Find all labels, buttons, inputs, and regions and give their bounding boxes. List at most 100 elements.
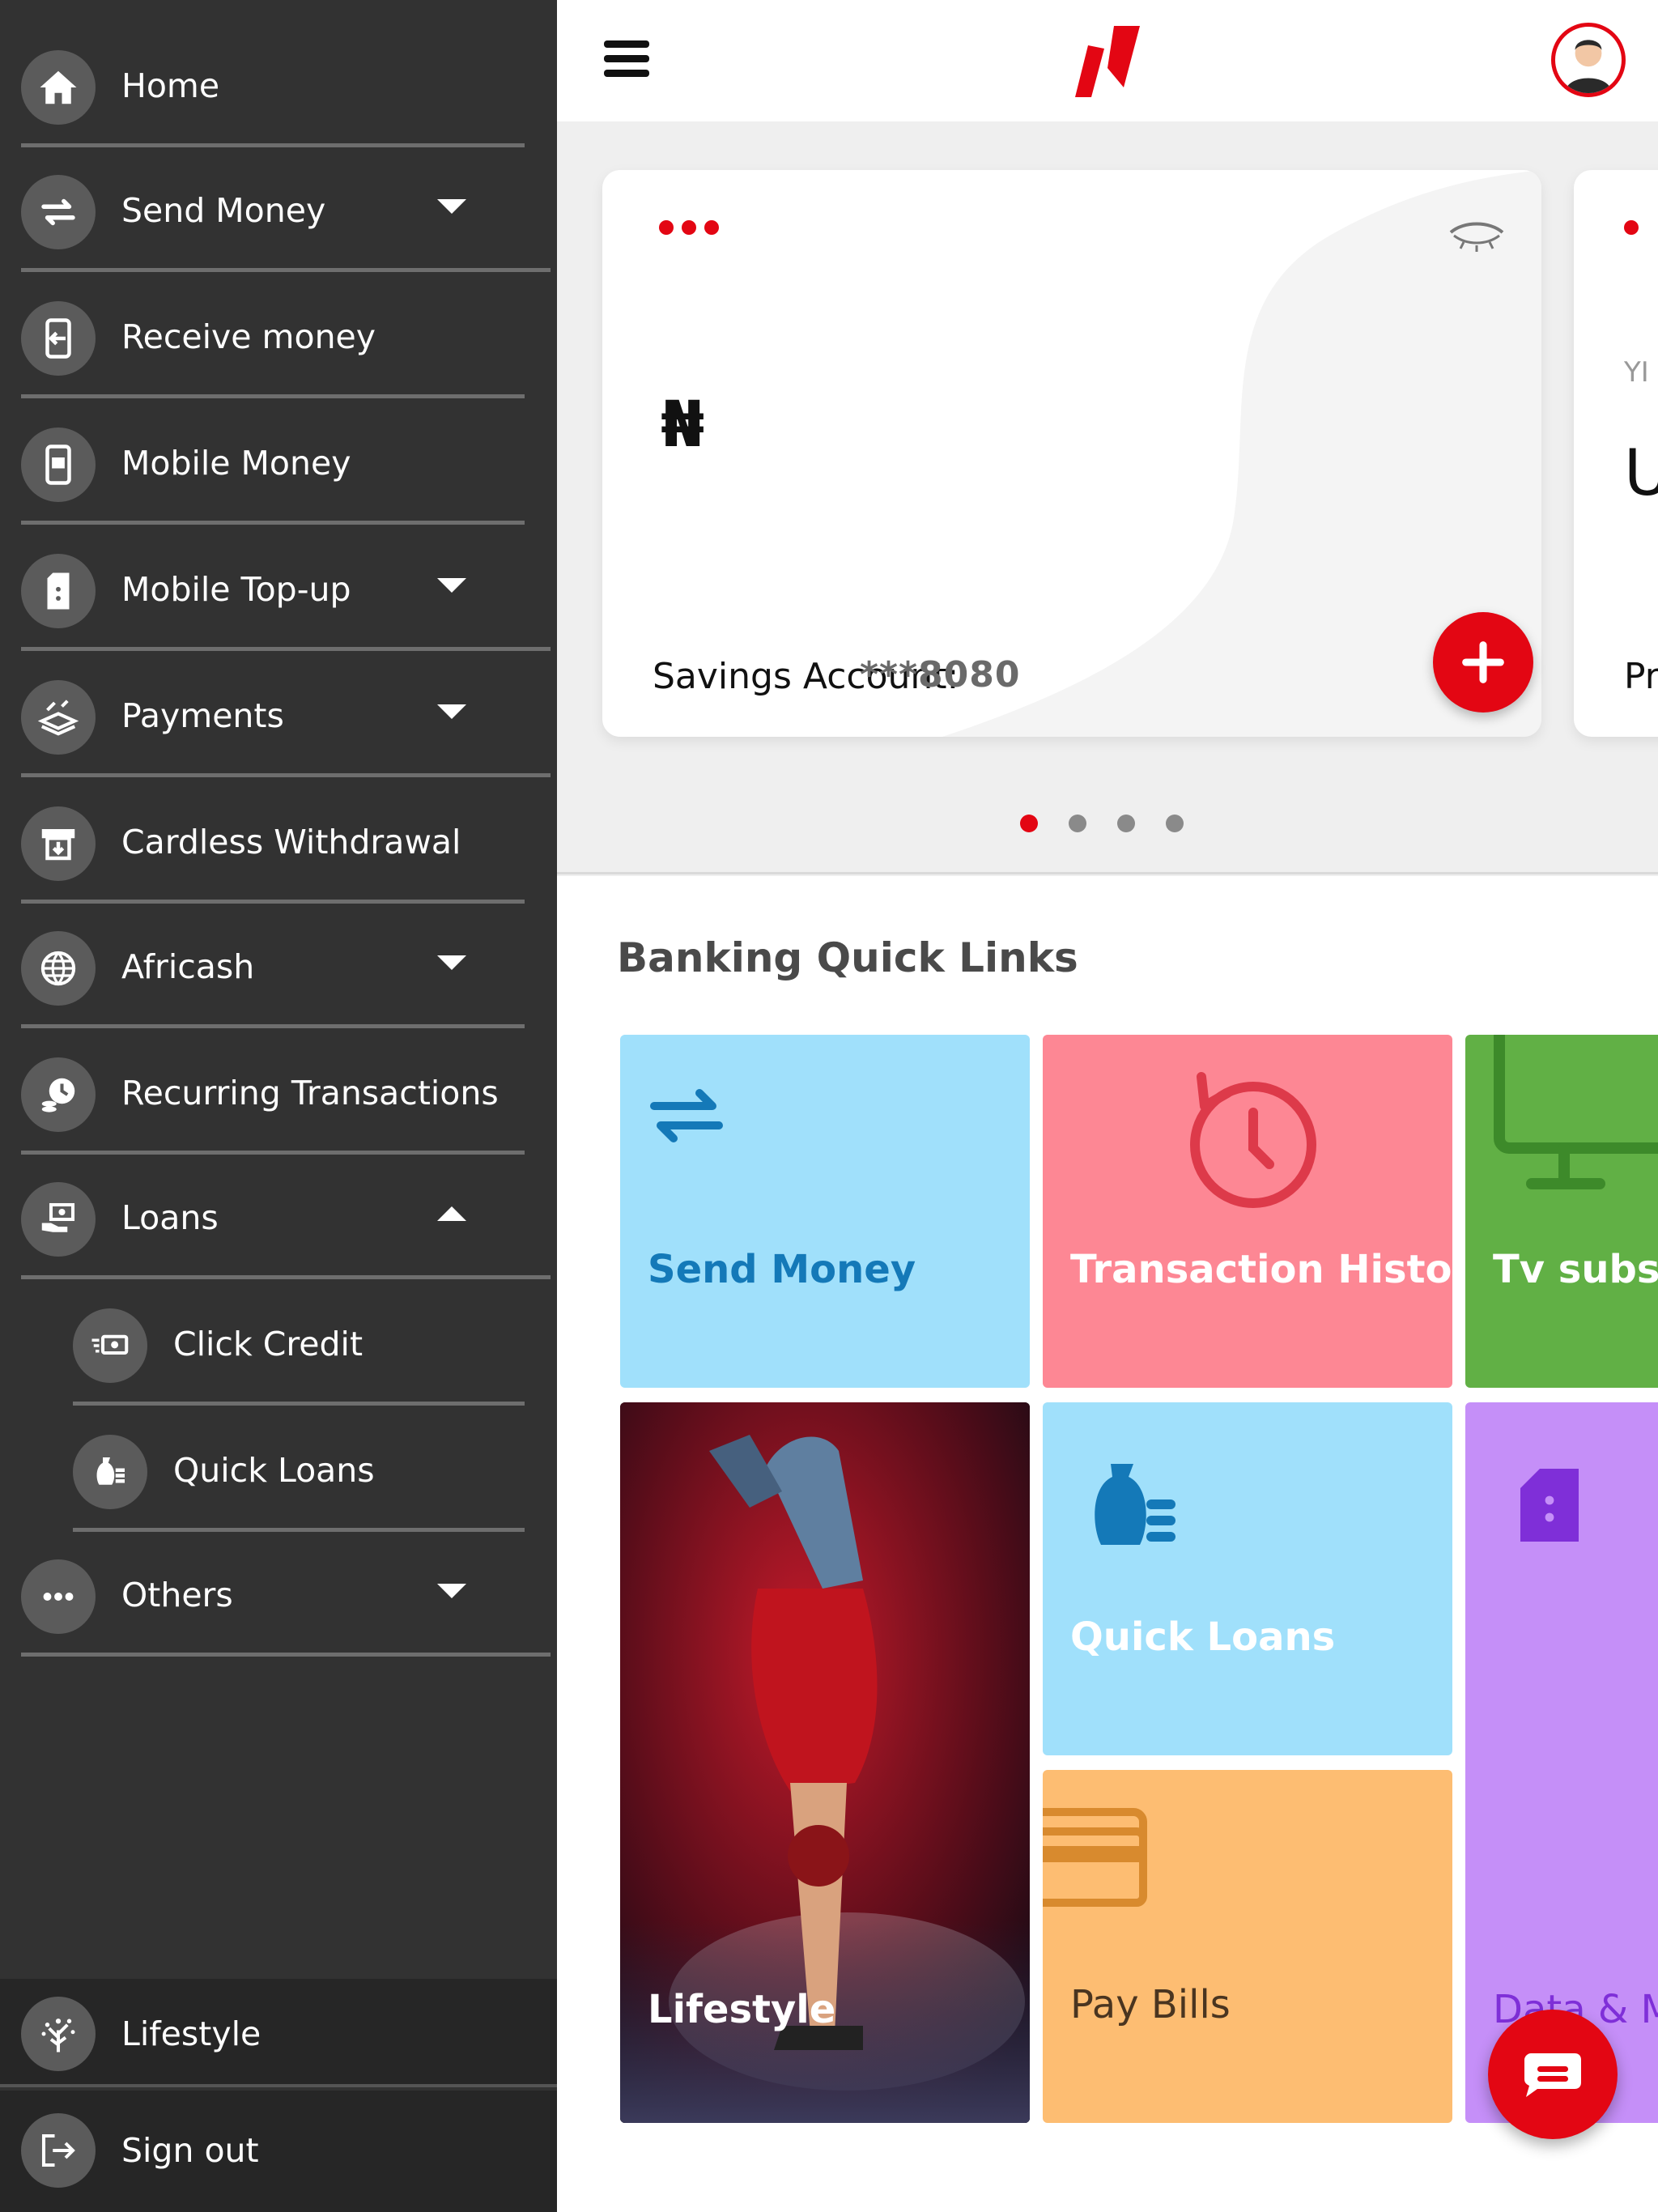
chat-bubble-icon	[1524, 2053, 1581, 2097]
tile-quick-loans[interactable]: Quick Loans	[1043, 1402, 1452, 1755]
sidebar-item-label: Quick Loans	[173, 1451, 375, 1490]
money-bag-icon	[1095, 1464, 1175, 1545]
flying-cash-icon	[91, 1334, 129, 1355]
tile-transaction-history[interactable]: Transaction History	[1043, 1035, 1452, 1388]
sidebar-item-loans[interactable]: Loans	[0, 1158, 557, 1279]
sidebar-item-label: Send Money	[121, 191, 326, 230]
sidebar-item-label: Payments	[121, 696, 284, 735]
chevron-down-icon[interactable]	[437, 1584, 466, 1598]
card-menu-icon[interactable]	[659, 220, 727, 238]
account-card-next[interactable]: YI U Pr	[1574, 170, 1658, 737]
sidebar-item-label: Sign out	[121, 2131, 259, 2170]
divider	[21, 1275, 551, 1279]
tile-label: Pay Bills	[1070, 1982, 1231, 2027]
pager-dot[interactable]	[1020, 815, 1038, 832]
sidebar-item-cardless-withdrawal[interactable]: Cardless Withdrawal	[0, 782, 557, 904]
divider	[21, 268, 551, 272]
sidebar-item-lifestyle[interactable]: Lifestyle	[0, 1979, 557, 2087]
sidebar-item-label: Lifestyle	[121, 2014, 261, 2053]
hand-cash-icon	[41, 1202, 75, 1232]
tile-label: Lifestyle	[648, 1987, 836, 2032]
credit-card-icon	[1043, 1808, 1147, 1907]
sidebar-item-click-credit[interactable]: Click Credit	[0, 1284, 557, 1406]
card-menu-icon[interactable]	[1624, 220, 1639, 235]
tile-label: Transaction History	[1070, 1247, 1452, 1292]
sidebar-item-label: Receive money	[121, 317, 376, 356]
more-dots-icon	[43, 1593, 74, 1601]
card-text: U	[1624, 437, 1658, 510]
top-bar	[557, 0, 1658, 121]
sidebar-item-label: Others	[121, 1576, 233, 1614]
sidebar-item-payments[interactable]: Payments	[0, 656, 557, 777]
sim-card-icon	[1520, 1469, 1579, 1542]
tile-tv-subscription[interactable]: Tv subscr	[1465, 1035, 1658, 1388]
divider	[21, 1653, 551, 1657]
mobile-wallet-icon	[45, 445, 71, 485]
atm-icon	[41, 829, 75, 861]
sidebar-item-label: Loans	[121, 1198, 219, 1237]
hide-balance-eye-icon[interactable]	[1444, 215, 1509, 255]
card-text: YI	[1624, 356, 1649, 389]
menu-icon[interactable]	[604, 40, 649, 78]
sidebar-item-quick-loans[interactable]: Quick Loans	[0, 1410, 557, 1532]
divider	[21, 143, 525, 147]
add-account-button[interactable]	[1433, 612, 1533, 713]
sidebar-item-label: Click Credit	[173, 1325, 363, 1363]
divider	[73, 1402, 525, 1406]
tile-send-money[interactable]: Send Money	[620, 1035, 1030, 1388]
carousel-pager[interactable]	[1020, 815, 1214, 836]
divider	[21, 900, 525, 904]
chevron-down-icon[interactable]	[437, 955, 466, 970]
pager-dot[interactable]	[1069, 815, 1086, 832]
clock-coins-icon	[41, 1078, 75, 1112]
sidebar-item-label: Recurring Transactions	[121, 1074, 499, 1112]
tile-pay-bills[interactable]: Pay Bills	[1043, 1770, 1452, 2123]
chevron-down-icon[interactable]	[437, 704, 466, 719]
sidebar-item-receive-money[interactable]: Receive money	[0, 277, 557, 398]
section-title: Banking Quick Links	[617, 934, 1078, 981]
money-bag-icon	[96, 1457, 125, 1485]
transfer-arrows-icon	[41, 198, 75, 226]
sidebar-item-sign-out[interactable]: Sign out	[0, 2091, 557, 2212]
cash-stack-icon	[37, 700, 79, 736]
account-carousel[interactable]: ₦ Savings Account: ***8080 YI U Pr	[557, 121, 1658, 874]
sidebar-item-recurring-transactions[interactable]: Recurring Transactions	[0, 1033, 557, 1155]
sidebar-item-send-money[interactable]: Send Money	[0, 151, 557, 272]
sidebar-item-label: Cardless Withdrawal	[121, 823, 461, 861]
sidebar-item-label: Mobile Top-up	[121, 570, 351, 609]
plus-icon	[1462, 641, 1504, 683]
sidebar-item-africash[interactable]: Africash	[0, 907, 557, 1028]
user-avatar-icon	[1565, 40, 1612, 93]
divider	[21, 1024, 525, 1028]
avatar[interactable]	[1551, 23, 1626, 97]
chevron-down-icon[interactable]	[437, 578, 466, 593]
tile-lifestyle[interactable]: Lifestyle	[620, 1402, 1030, 2123]
sidebar-item-label: Africash	[121, 947, 255, 986]
globe-icon	[40, 951, 76, 986]
sidebar-item-label: Mobile Money	[121, 444, 351, 483]
sidebar-item-home[interactable]: Home	[0, 26, 557, 147]
tv-icon	[1494, 1035, 1658, 1189]
account-card[interactable]: ₦ Savings Account: ***8080	[602, 170, 1541, 737]
sidebar-item-others[interactable]: Others	[0, 1535, 557, 1657]
lifestyle-tree-icon	[41, 2018, 75, 2052]
chevron-down-icon[interactable]	[437, 199, 466, 214]
phone-receive-icon	[45, 318, 71, 359]
divider	[21, 773, 551, 777]
transfer-arrows-icon	[650, 1089, 723, 1142]
pager-dot[interactable]	[1117, 815, 1135, 832]
home-icon	[40, 70, 77, 104]
divider	[21, 1151, 525, 1155]
sign-out-icon	[41, 2133, 75, 2167]
sidebar-item-mobile-top-up[interactable]: Mobile Top-up	[0, 530, 557, 651]
chat-button[interactable]	[1488, 2010, 1618, 2139]
card-background-swoosh	[942, 170, 1541, 737]
sidebar-item-mobile-money[interactable]: Mobile Money	[0, 403, 557, 525]
quick-links-section: Banking Quick Links Send Money Transacti…	[557, 876, 1658, 2212]
divider	[21, 394, 525, 398]
pager-dot[interactable]	[1166, 815, 1184, 832]
account-number: ***8080	[860, 654, 1021, 696]
chevron-up-icon[interactable]	[437, 1206, 466, 1221]
divider	[21, 521, 525, 525]
sidebar: Home Send Money Receive money Mobile Mon…	[0, 0, 557, 2212]
